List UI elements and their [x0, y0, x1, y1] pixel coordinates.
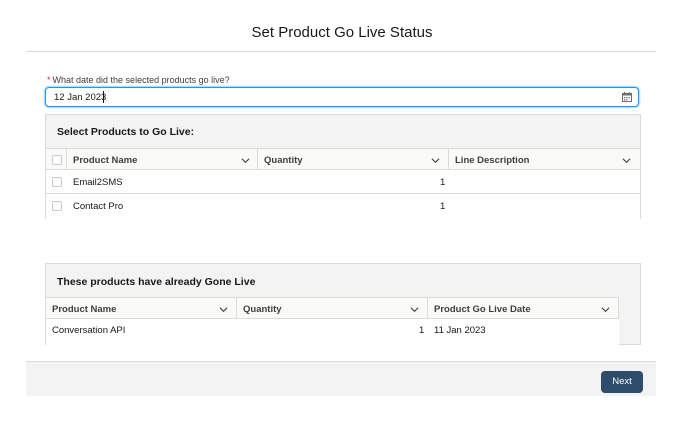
chevron-down-icon[interactable]	[601, 305, 610, 314]
select-products-header: Product Name Quantity Line Description	[46, 148, 640, 171]
row-checkbox[interactable]	[52, 201, 62, 211]
chevron-down-icon[interactable]	[431, 156, 440, 165]
product-name-cell: Email2SMS	[73, 177, 123, 188]
select-products-panel: Select Products to Go Live: Product Name…	[45, 114, 641, 219]
gone-live-table: Product Name Quantity Product Go Live Da…	[46, 297, 619, 345]
column-header-product-name[interactable]: Product Name	[67, 149, 258, 171]
product-name-cell: Conversation API	[52, 325, 126, 336]
row-checkbox[interactable]	[52, 177, 62, 187]
column-header-quantity[interactable]: Quantity	[258, 149, 449, 171]
go-live-date-label-text: What date did the selected products go l…	[52, 75, 230, 85]
column-label: Quantity	[264, 155, 303, 166]
go-live-date-value[interactable]: 12 Jan 2023	[54, 92, 106, 103]
select-all-cell	[46, 149, 67, 171]
select-all-checkbox[interactable]	[52, 155, 62, 165]
footer-bar: Next	[26, 361, 656, 396]
table-row[interactable]: Email2SMS 1	[46, 170, 640, 194]
required-marker: *	[47, 75, 51, 85]
column-label: Product Name	[73, 155, 138, 166]
gone-live-title: These products have already Gone Live	[57, 276, 256, 288]
go-live-date-label: * What date did the selected products go …	[47, 75, 230, 85]
column-label: Line Description	[455, 155, 530, 166]
quantity-cell: 1	[419, 325, 425, 336]
go-live-date-input[interactable]: 12 Jan 2023	[45, 87, 639, 107]
quantity-cell: 1	[440, 201, 446, 212]
gone-live-header: Product Name Quantity Product Go Live Da…	[46, 297, 619, 320]
product-name-cell: Contact Pro	[73, 201, 124, 212]
text-caret	[103, 91, 104, 103]
column-label: Quantity	[243, 304, 282, 315]
gone-live-panel: These products have already Gone Live Pr…	[45, 263, 641, 345]
column-header-line-description[interactable]: Line Description	[449, 149, 640, 171]
page-title: Set Product Go Live Status	[251, 24, 433, 41]
column-header-quantity[interactable]: Quantity	[237, 298, 428, 320]
calendar-icon[interactable]	[622, 92, 632, 102]
table-row[interactable]: Contact Pro 1	[46, 194, 640, 218]
column-header-product-name[interactable]: Product Name	[46, 298, 237, 320]
column-label: Product Name	[52, 304, 117, 315]
next-button[interactable]: Next	[601, 371, 643, 393]
table-row[interactable]: Conversation API 1 11 Jan 2023	[46, 319, 619, 343]
chevron-down-icon[interactable]	[622, 156, 631, 165]
title-divider	[26, 51, 656, 52]
chevron-down-icon[interactable]	[241, 156, 250, 165]
quantity-cell: 1	[440, 177, 446, 188]
select-products-table: Product Name Quantity Line Description E…	[46, 148, 640, 219]
go-live-date-cell: 11 Jan 2023	[434, 325, 486, 336]
column-header-go-live-date[interactable]: Product Go Live Date	[428, 298, 619, 320]
chevron-down-icon[interactable]	[410, 305, 419, 314]
chevron-down-icon[interactable]	[219, 305, 228, 314]
column-label: Product Go Live Date	[434, 304, 531, 315]
select-products-title: Select Products to Go Live:	[57, 126, 195, 138]
